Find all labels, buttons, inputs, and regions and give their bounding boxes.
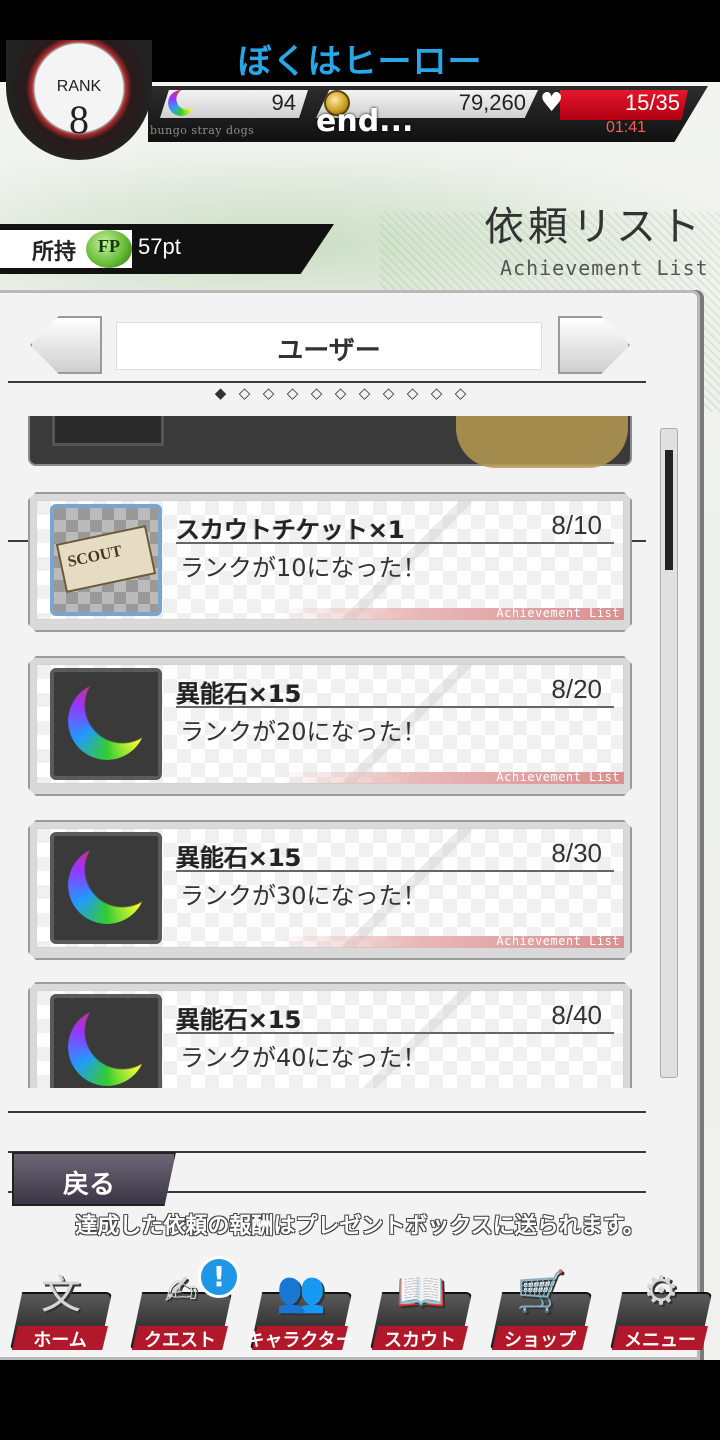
page-dot: ◇ (310, 384, 323, 402)
ability-stone-icon (52, 416, 164, 446)
game-subtitle: bungo stray dogs (150, 124, 255, 137)
nav-label: メニュー (624, 1330, 696, 1351)
list-clip-bottom: 異能石×15 8/40 ランクが40になった！ (0, 982, 652, 1088)
ap-timer: 01:41 (605, 119, 646, 136)
nav-menu[interactable]: ⚙ メニュー (606, 1258, 714, 1354)
page-dot: ◇ (286, 384, 299, 402)
ticket-text: SCOUT (66, 542, 124, 571)
page-dot: ◇ (430, 384, 443, 402)
progress-count: 8/40 (551, 1000, 602, 1030)
nav-label: ショップ (504, 1330, 576, 1351)
page-dot: ◇ (382, 384, 395, 402)
prev-tab-button[interactable] (30, 316, 102, 374)
fp-heart-icon: FP (86, 230, 132, 268)
page-title: 依頼リスト (484, 204, 704, 250)
page-subtitle: Achievement List (500, 256, 709, 280)
page-dot: ◇ (262, 384, 275, 402)
ability-stone-icon (50, 994, 162, 1088)
back-button-label: 戻る (62, 1170, 115, 1200)
page-dot: ◇ (334, 384, 347, 402)
page-indicator: ◆ ◇ ◇ ◇ ◇ ◇ ◇ ◇ ◇ ◇ ◇ (212, 382, 469, 404)
reward-notice: 達成した依頼の報酬はプレゼントボックスに送られます。 (75, 1214, 645, 1239)
divider (8, 1111, 646, 1113)
page-dot: ◇ (238, 384, 251, 402)
rank-value: 8 (69, 97, 89, 142)
list-item[interactable]: Achievement List 異能石×15 8/20 ランクが20になった！ (28, 656, 632, 796)
ability-stone-icon (50, 668, 162, 780)
reward-underline (176, 706, 614, 708)
progress-count: 8/30 (551, 838, 602, 868)
card-stripe-text: Achievement List (496, 934, 620, 948)
reward-name: 異能石×15 (176, 680, 302, 708)
achievement-condition: ランクが40になった！ (180, 1044, 427, 1072)
scrollbar-thumb[interactable] (665, 450, 673, 570)
system-bottom-bar (0, 1360, 720, 1440)
ability-stone-icon (50, 832, 162, 944)
overlay-text: end... (316, 104, 414, 139)
progress-count: 8/10 (551, 510, 602, 540)
scout-icon: 📖 (396, 1268, 446, 1315)
reward-underline (176, 542, 614, 544)
reward-name: スカウトチケット×1 (176, 516, 405, 544)
achievement-condition: ランクが10になった！ (180, 554, 427, 582)
nav-home[interactable]: 文 ホーム (6, 1258, 114, 1354)
fp-badge-text: FP (98, 236, 120, 256)
progress-count: 8/20 (551, 674, 602, 704)
nav-character[interactable]: 👥 キャラクター (246, 1258, 354, 1354)
list-item[interactable]: 異能石×15 8/40 ランクが40になった！ (28, 982, 632, 1088)
page-dot: ◆ (214, 384, 227, 402)
achievement-condition: ランクが20になった！ (180, 718, 427, 746)
nav-scout[interactable]: 📖 スカウト (366, 1258, 474, 1354)
bottom-nav: 文 ホーム ✍ クエスト 👥 キャラクター 📖 スカウト 🛒 ショップ ⚙ メニ… (0, 1258, 720, 1360)
page-dot: ◇ (358, 384, 371, 402)
reward-underline (176, 1032, 614, 1034)
ability-stone-icon (168, 90, 194, 116)
reward-name: 異能石×15 (176, 844, 302, 872)
ap-value: 15/35 (624, 90, 680, 115)
next-tab-button[interactable] (558, 316, 630, 374)
card-stripe-text: Achievement List (496, 770, 620, 784)
shop-icon: 🛒 (516, 1268, 566, 1315)
list-item[interactable]: Achievement List SCOUT スカウトチケット×1 8/10 ラ… (28, 492, 632, 632)
list-item[interactable]: Achievement List 異能石×15 8/30 ランクが30になった！ (28, 820, 632, 960)
rank-label: RANK (56, 78, 102, 95)
back-button[interactable]: 戻る (12, 1152, 176, 1206)
achievement-stamp (456, 416, 628, 468)
quest-alert-badge: ! (198, 1256, 240, 1298)
arrow-left-icon (30, 316, 102, 374)
menu-icon: ⚙ (643, 1268, 679, 1314)
achievement-condition: ランクが30になった！ (180, 882, 427, 910)
reward-underline (176, 870, 614, 872)
nav-label: キャラクター (246, 1330, 354, 1351)
stone-count: 94 (271, 90, 296, 115)
nav-label: ホーム (33, 1330, 87, 1351)
nav-label: クエスト (144, 1330, 216, 1351)
current-tab-label: ユーザー (277, 336, 381, 366)
fp-value: 57pt (138, 234, 181, 259)
nav-label: スカウト (384, 1330, 456, 1351)
home-icon: 文 (41, 1272, 81, 1318)
card-stripe-text: Achievement List (496, 606, 620, 620)
fp-label: 所持 (32, 240, 77, 265)
scout-ticket-icon: SCOUT (50, 504, 162, 616)
arrow-right-icon (558, 316, 630, 374)
rank-badge[interactable]: RANK 8 (6, 40, 152, 160)
character-icon: 👥 (276, 1268, 326, 1315)
page-dot: ◇ (454, 384, 467, 402)
nav-shop[interactable]: 🛒 ショップ (486, 1258, 594, 1354)
page-dot: ◇ (406, 384, 419, 402)
reward-name: 異能石×15 (176, 1006, 302, 1034)
